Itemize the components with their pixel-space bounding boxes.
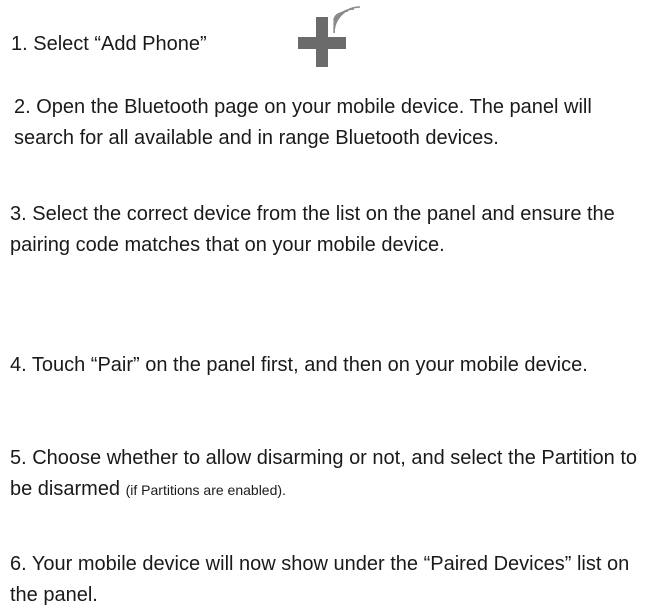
step-3: 3. Select the correct device from the li… <box>10 203 615 256</box>
step-5-text: 5. Choose whether to allow disarming or … <box>10 447 638 500</box>
step-5: 5. Choose whether to allow disarming or … <box>10 443 662 506</box>
step-4: 4. Touch “Pair” on the panel first, and … <box>10 354 588 376</box>
add-phone-icon <box>298 6 361 67</box>
step-6: 6. Your mobile device will now show unde… <box>10 553 630 606</box>
step-2: 2. Open the Bluetooth page on your mobil… <box>14 96 592 149</box>
step-5-note: (if Partitions are enabled). <box>125 482 286 498</box>
step-1: 1. Select “Add Phone” <box>11 33 207 55</box>
